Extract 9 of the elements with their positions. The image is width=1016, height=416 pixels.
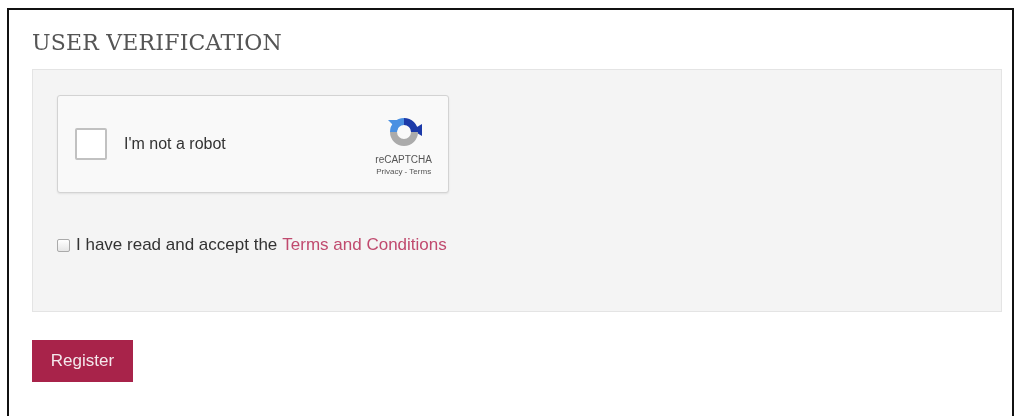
section-title: USER VERIFICATION (32, 30, 283, 55)
register-button[interactable]: Register (32, 340, 133, 382)
terms-link[interactable]: Terms and Conditions (282, 235, 447, 254)
captcha-label: I'm not a robot (124, 135, 227, 153)
terms-text: I have read and accept the Terms and Conditions (76, 235, 447, 255)
terms-checkbox[interactable] (57, 238, 70, 252)
captcha-brand: reCAPTCHA (375, 154, 432, 165)
privacy-terms-link[interactable]: Privacy - Terms (376, 167, 432, 176)
captcha-checkbox[interactable] (75, 128, 107, 160)
